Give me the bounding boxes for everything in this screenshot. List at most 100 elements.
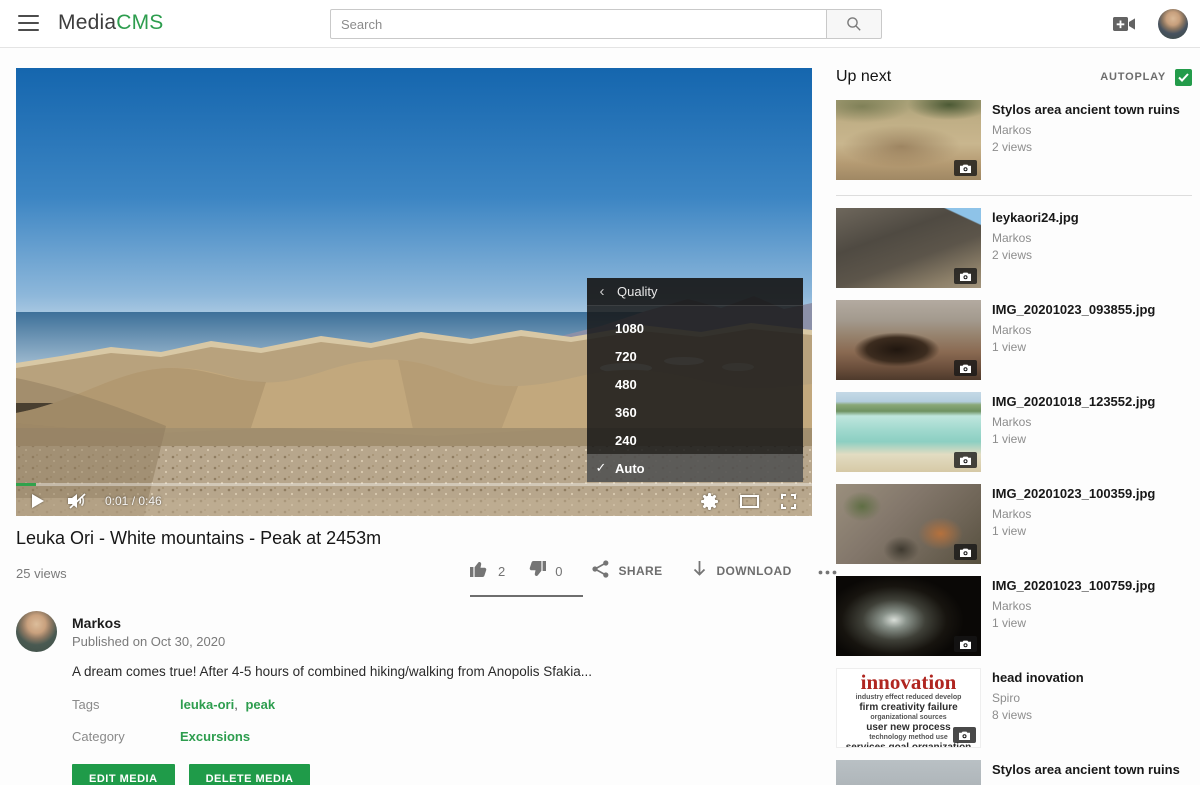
thumbs-down-icon [527, 560, 546, 583]
item-title: IMG_20201023_093855.jpg [992, 301, 1155, 318]
quality-option-480[interactable]: 480 [587, 370, 803, 398]
thumbnail-wordcloud: innovation industry effect reduced devel… [836, 668, 981, 748]
ellipsis-icon [818, 562, 837, 580]
related-item[interactable]: IMG_20201023_100359.jpg Markos 1 view [836, 484, 1192, 564]
item-views: 1 view [992, 616, 1155, 630]
edit-media-button[interactable]: EDIT MEDIA [72, 764, 175, 785]
thumbnail-img-100759 [836, 576, 981, 656]
quality-option-720[interactable]: 720 [587, 342, 803, 370]
search-input[interactable] [330, 9, 827, 39]
share-button[interactable]: SHARE [592, 560, 662, 583]
item-views: 1 view [992, 432, 1155, 446]
camera-icon [954, 268, 977, 284]
item-title: head inovation [992, 669, 1084, 686]
related-item[interactable]: innovation industry effect reduced devel… [836, 668, 1192, 748]
sidebar-divider [836, 195, 1192, 196]
back-chevron-icon: ‹ [587, 283, 617, 300]
like-button[interactable]: 2 [470, 560, 505, 583]
delete-media-button[interactable]: DELETE MEDIA [189, 764, 311, 785]
thumbnail-stylos-ruins-2 [836, 760, 981, 785]
search-bar [330, 9, 882, 39]
media-description: A dream comes true! After 4-5 hours of c… [72, 664, 772, 679]
download-label: DOWNLOAD [716, 564, 791, 578]
up-next-label: Up next [836, 68, 891, 86]
page: MediaCMS [0, 0, 1200, 785]
author-avatar[interactable] [16, 611, 57, 652]
thumbnail-stylos-ruins [836, 100, 981, 180]
related-item[interactable]: IMG_20201023_093855.jpg Markos 1 view [836, 300, 1192, 380]
hamburger-menu-icon[interactable] [18, 15, 39, 32]
quality-option-360[interactable]: 360 [587, 398, 803, 426]
user-avatar[interactable] [1158, 9, 1188, 39]
logo-text-media: Media [58, 11, 116, 34]
download-icon [692, 560, 707, 582]
tag-link-leuka-ori[interactable]: leuka-ori [180, 697, 234, 712]
dislike-count: 0 [555, 564, 562, 579]
author-name[interactable]: Markos [72, 615, 121, 631]
share-icon [592, 560, 609, 583]
camera-icon [954, 160, 977, 176]
thumbnail-img-100359 [836, 484, 981, 564]
play-icon[interactable] [31, 494, 44, 508]
autoplay-checkbox[interactable] [1175, 69, 1192, 86]
volume-muted-icon[interactable] [68, 493, 87, 509]
item-title: IMG_20201023_100759.jpg [992, 577, 1155, 594]
share-label: SHARE [618, 564, 662, 578]
category-label: Category [72, 729, 125, 744]
category-link-excursions[interactable]: Excursions [180, 729, 250, 744]
thumbnail-img-093855 [836, 300, 981, 380]
autoplay-control: AUTOPLAY [1100, 69, 1192, 86]
item-author: Markos [992, 599, 1155, 613]
settings-gear-icon[interactable] [701, 493, 718, 510]
category-row: Excursions [180, 729, 250, 744]
camera-icon [954, 636, 977, 652]
tag-separator: , [234, 697, 238, 712]
item-author: Spiro [992, 691, 1084, 705]
more-actions-button[interactable] [818, 562, 837, 580]
quality-menu-title: Quality [617, 284, 657, 299]
dislike-button[interactable]: 0 [527, 560, 562, 583]
player-controls: 0:01 / 0:46 [16, 486, 812, 516]
like-count: 2 [498, 564, 505, 579]
upload-media-icon[interactable] [1112, 16, 1136, 32]
top-navbar: MediaCMS [0, 0, 1200, 48]
item-title: Stylos area ancient town ruins [992, 101, 1180, 118]
app-logo[interactable]: MediaCMS [58, 11, 163, 35]
up-next-item[interactable]: Stylos area ancient town ruins Markos 2 … [836, 100, 1192, 180]
quality-option-1080[interactable]: 1080 [587, 314, 803, 342]
tag-link-peak[interactable]: peak [245, 697, 275, 712]
item-author: Markos [992, 231, 1079, 245]
theater-mode-icon[interactable] [740, 495, 759, 508]
related-item[interactable]: leykaori24.jpg Markos 2 views [836, 208, 1192, 288]
download-button[interactable]: DOWNLOAD [692, 560, 791, 582]
related-item[interactable]: IMG_20201018_123552.jpg Markos 1 view [836, 392, 1192, 472]
header-right [1112, 0, 1188, 48]
fullscreen-icon[interactable] [781, 494, 796, 509]
owner-buttons: EDIT MEDIA DELETE MEDIA [72, 764, 310, 785]
item-title: leykaori24.jpg [992, 209, 1079, 226]
item-title: IMG_20201023_100359.jpg [992, 485, 1155, 502]
quality-menu-header[interactable]: ‹ Quality [587, 278, 803, 306]
item-views: 2 views [992, 248, 1079, 262]
checkmark-icon [1178, 73, 1189, 82]
item-views: 1 view [992, 340, 1155, 354]
autoplay-label: AUTOPLAY [1100, 71, 1166, 83]
media-title: Leuka Ori - White mountains - Peak at 24… [16, 528, 381, 549]
camera-icon [954, 360, 977, 376]
camera-icon [954, 544, 977, 560]
related-item[interactable]: IMG_20201023_100759.jpg Markos 1 view [836, 576, 1192, 656]
related-media-sidebar: Up next AUTOPLAY Stylos area ancient tow… [836, 66, 1192, 785]
wordcloud-main: innovation [837, 671, 980, 693]
quality-option-240[interactable]: 240 [587, 426, 803, 454]
camera-icon [954, 452, 977, 468]
logo-text-cms: CMS [116, 11, 163, 34]
quality-menu: ‹ Quality 1080 720 480 360 240 ✓ Auto [587, 278, 803, 482]
item-author: Markos [992, 323, 1155, 337]
related-item[interactable]: Stylos area ancient town ruins [836, 760, 1192, 785]
search-button[interactable] [827, 9, 882, 39]
quality-option-auto[interactable]: ✓ Auto [587, 454, 803, 482]
item-title: IMG_20201018_123552.jpg [992, 393, 1155, 410]
video-player[interactable]: ‹ Quality 1080 720 480 360 240 ✓ Auto [16, 68, 812, 516]
item-views: 2 views [992, 140, 1180, 154]
like-ratio-bar [470, 595, 583, 597]
